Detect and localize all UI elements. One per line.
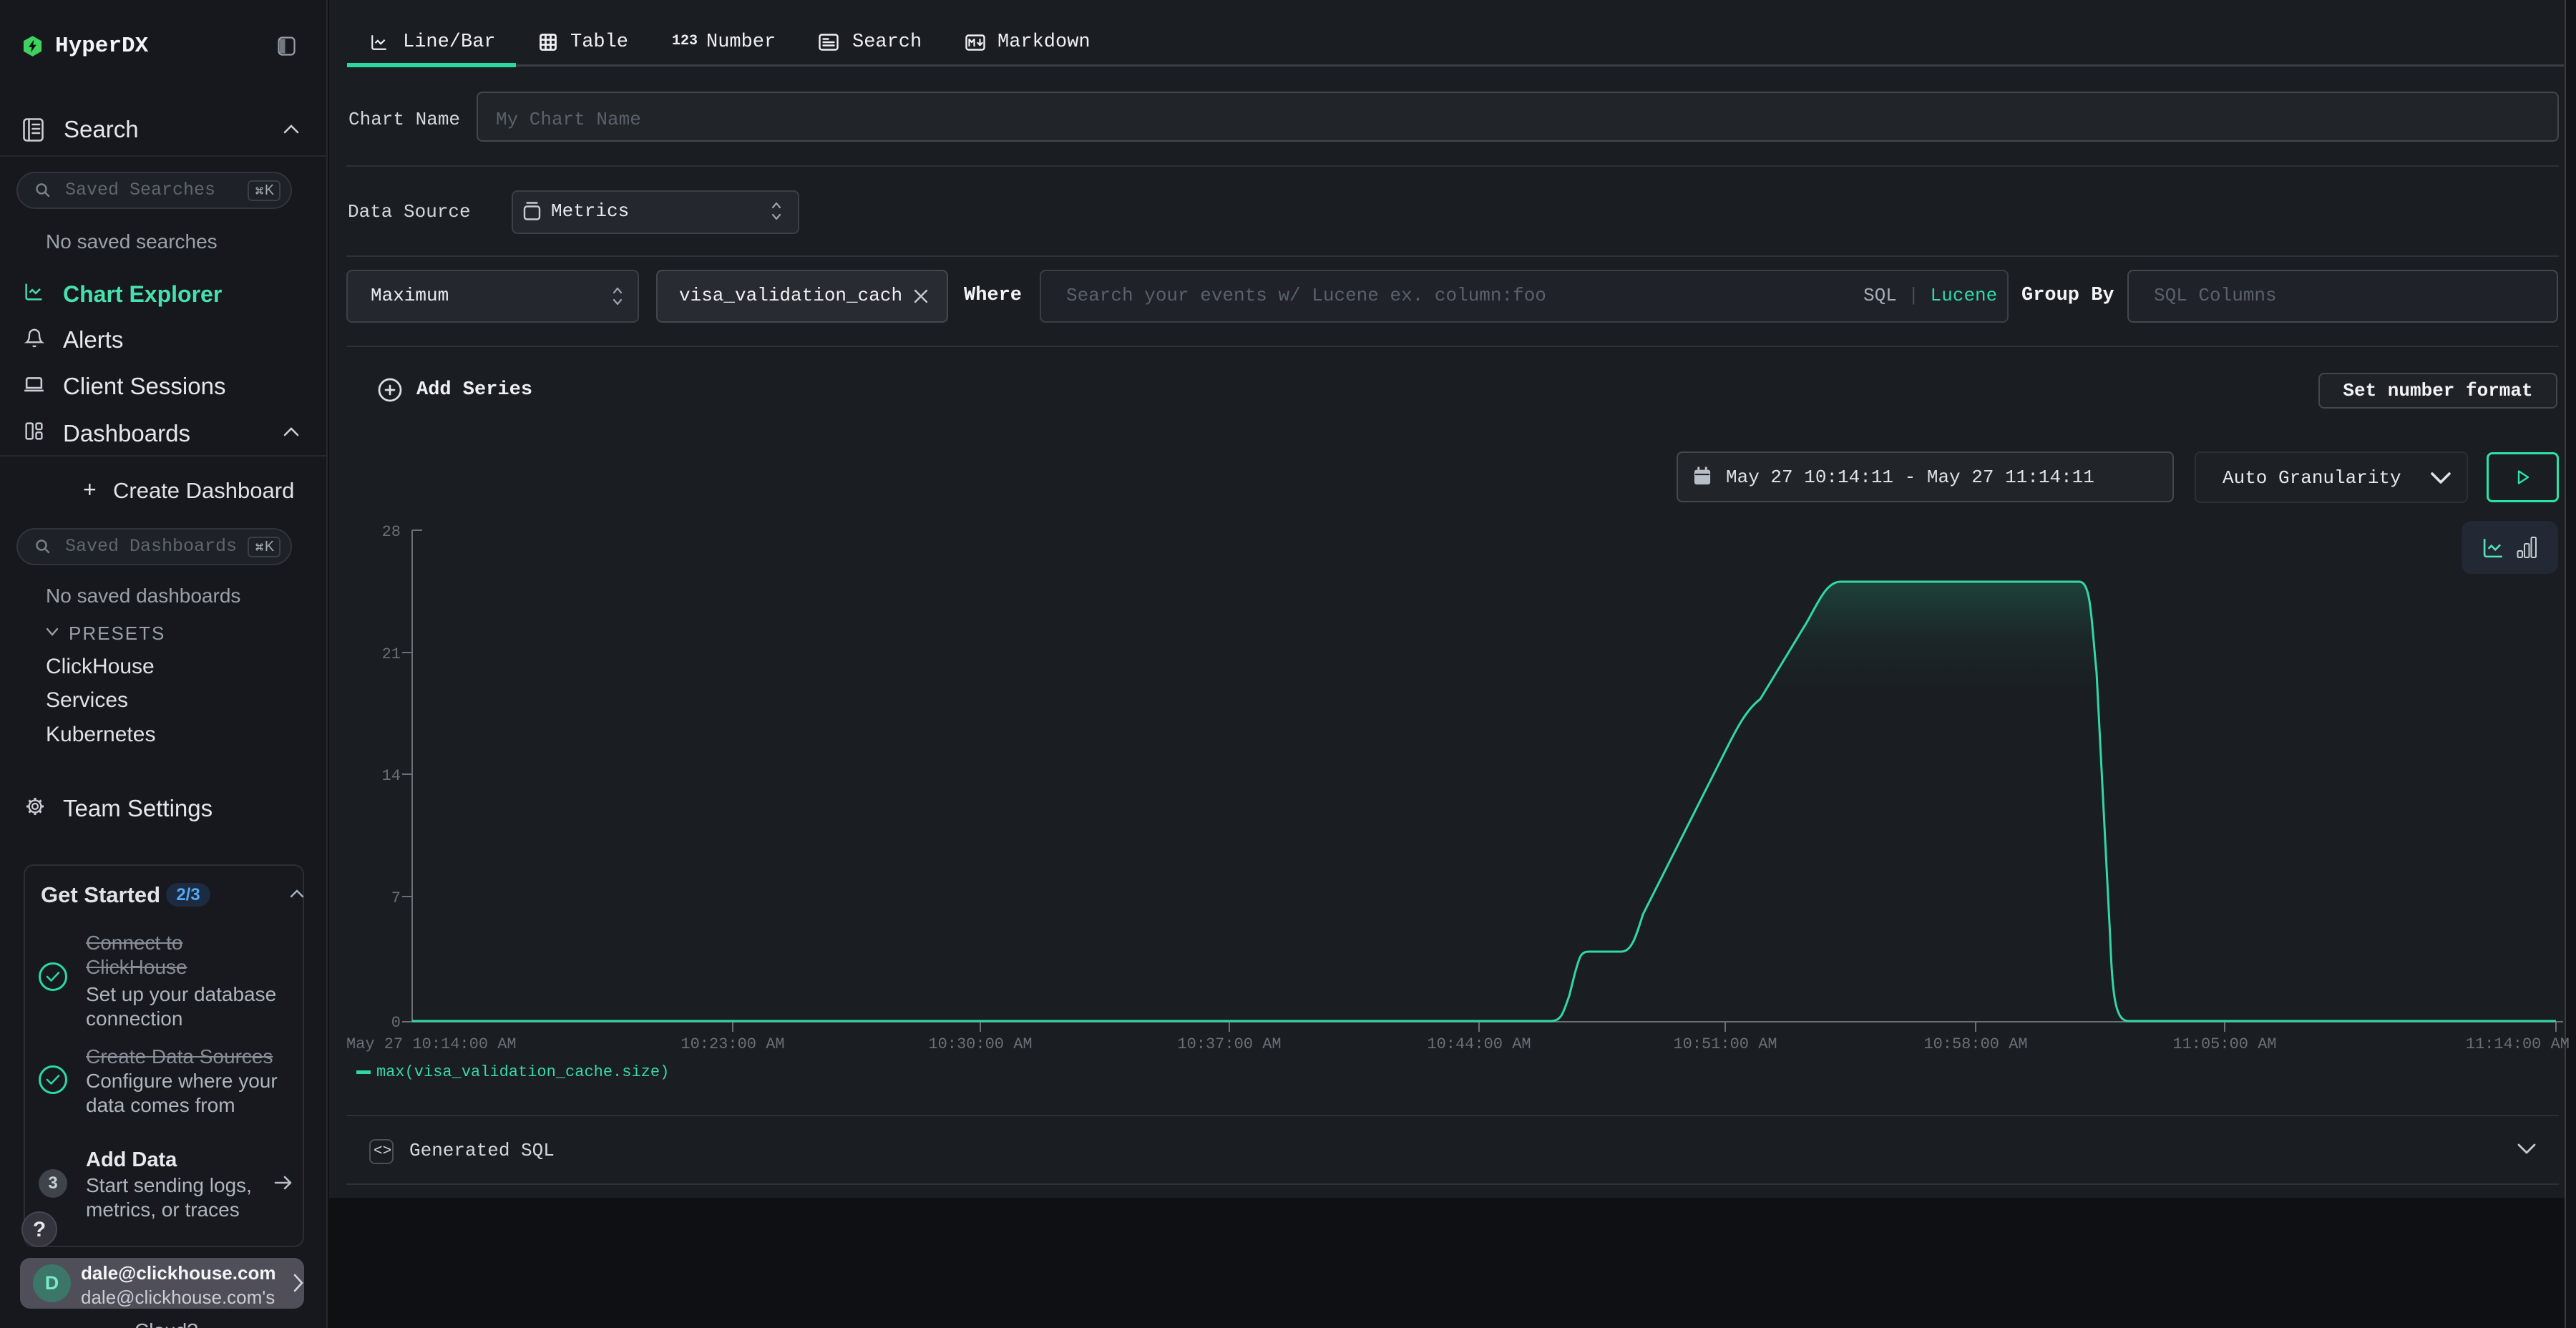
svg-text:10:51:00 AM: 10:51:00 AM (1673, 1035, 1777, 1053)
svg-text:10:30:00 AM: 10:30:00 AM (928, 1035, 1032, 1053)
svg-text:11:14:00 AM: 11:14:00 AM (2466, 1035, 2570, 1053)
svg-text:7: 7 (391, 889, 401, 907)
svg-text:10:44:00 AM: 10:44:00 AM (1427, 1035, 1531, 1053)
svg-text:10:58:00 AM: 10:58:00 AM (1923, 1035, 2027, 1053)
svg-text:10:23:00 AM: 10:23:00 AM (680, 1035, 784, 1053)
svg-text:21: 21 (382, 645, 401, 663)
svg-text:11:05:00 AM: 11:05:00 AM (2172, 1035, 2276, 1053)
svg-text:10:37:00 AM: 10:37:00 AM (1177, 1035, 1281, 1053)
svg-text:14: 14 (382, 767, 401, 785)
svg-text:May 27 10:14:00 AM: May 27 10:14:00 AM (346, 1035, 517, 1053)
svg-text:28: 28 (382, 523, 401, 541)
svg-text:0: 0 (391, 1014, 401, 1032)
